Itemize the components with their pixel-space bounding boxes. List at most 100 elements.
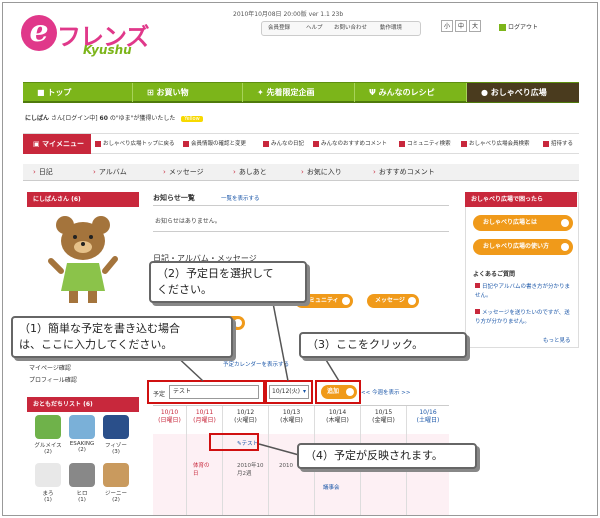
mymenu-link-invite[interactable]: 招待する [543, 139, 573, 147]
notice-list-link[interactable]: 一覧を表示する [221, 194, 260, 202]
notice-empty: お知らせはありません。 [155, 218, 221, 225]
arrow-icon [183, 140, 189, 147]
mymenu-link-community[interactable]: コミュニティ検索 [399, 139, 451, 147]
highlight-event [209, 433, 259, 451]
notice-title: お知らせ一覧 [153, 194, 195, 202]
arrow-icon [95, 140, 101, 147]
utility-links: 会員登録 ヘルプ お問い合わせ 動作環境 [261, 21, 421, 36]
highlight-add [315, 380, 361, 404]
mypage-link[interactable]: マイページ確認 [29, 363, 77, 375]
site-logo[interactable]: e フレンズ Kyushu [21, 15, 161, 59]
nav-chat-plaza[interactable]: ● おしゃべり広場 [467, 83, 579, 102]
mymenu-link-profile[interactable]: 会員情報の確認と変更 [183, 139, 246, 147]
cal-day-sun[interactable]: 10/10 (日曜日) [153, 406, 187, 515]
friend-item[interactable]: ジーニー (2) [99, 463, 133, 503]
nav-shopping[interactable]: ⊞ お買い物 [133, 83, 243, 102]
arrow-icon [313, 140, 319, 147]
user-name: にしぱん [25, 115, 50, 122]
friend-photo [103, 415, 129, 439]
friend-item[interactable]: ヒロ (1) [65, 463, 99, 503]
nav-top[interactable]: ■ トップ [23, 83, 133, 102]
arrow-icon [341, 297, 350, 305]
logout-link[interactable]: ログアウト [499, 22, 538, 31]
highlight-input [147, 380, 265, 404]
callout-3: （3）ここをクリック。 [299, 332, 467, 358]
friend-item[interactable]: ESAKING (2) [65, 415, 99, 453]
utility-environment[interactable]: 動作環境 [380, 23, 402, 34]
arrow-icon [399, 140, 405, 147]
mymenu-link-member-search[interactable]: おしゃべり広場会員検索 [461, 139, 530, 147]
profile-panel-title: にしぱんさん (6) [27, 192, 139, 207]
logo-e-mark: e [21, 15, 57, 51]
font-size-large[interactable]: 大 [469, 20, 481, 32]
friend-photo [35, 415, 61, 439]
highlight-date [265, 380, 313, 404]
font-size-small[interactable]: 小 [441, 20, 453, 32]
more-link[interactable]: もっと見る [543, 336, 571, 344]
mymenu-tab[interactable]: ▣ マイメニュー [23, 134, 91, 154]
friend-photo [69, 415, 95, 439]
mymenu-link-top[interactable]: おしゃべり広場トップに戻る [95, 139, 175, 147]
user-icon: ▣ [33, 140, 40, 148]
cal-day-mon[interactable]: 10/11 (月曜日) 体育の日 [187, 406, 223, 515]
mymenu-link-comments[interactable]: みんなのおすすめコメント [313, 139, 387, 147]
about-plaza-button[interactable]: おしゃべり広場とは [473, 215, 573, 231]
rank-badge: Yellow [181, 116, 203, 122]
calendar-link[interactable]: 予定カレンダーを表示する [223, 360, 289, 368]
home-icon: ■ [37, 88, 45, 97]
arrow-icon [407, 297, 416, 305]
chat-bubble-icon: ● [481, 88, 488, 97]
logo-sub: Kyushu [83, 43, 132, 57]
utility-help[interactable]: ヘルプ [306, 23, 323, 34]
subnav-favorites[interactable]: › お気に入り [301, 164, 342, 181]
friend-item[interactable]: まろ (1) [31, 463, 65, 503]
arrow-icon [263, 140, 269, 147]
friend-item[interactable]: フィゾー (3) [99, 415, 133, 455]
user-status: にしぱん さん[ログイン中] 60 の"ゆま"が獲得いたした Yellow [25, 113, 203, 122]
utility-contact[interactable]: お問い合わせ [334, 23, 367, 34]
runner-icon: ✦ [257, 88, 264, 97]
faq-item[interactable]: 日記やアルバムの書き方が分かりません。 [475, 283, 575, 301]
subnav-footprints[interactable]: › あしあと [233, 164, 267, 181]
arrow-icon [561, 219, 569, 227]
plan-note: 2010年10月2週 [237, 463, 264, 477]
font-size-switcher: 小中大 [441, 20, 483, 32]
callout-4: （4）予定が反映されます。 [297, 443, 477, 469]
howto-plaza-button[interactable]: おしゃべり広場の使い方 [473, 239, 573, 255]
main-nav: ■ トップ ⊞ お買い物 ✦ 先着限定企画 Ψ みんなのレシピ ● おしゃべり広… [23, 82, 579, 103]
plan-note: 2010 [279, 463, 293, 469]
friend-photo [103, 463, 129, 487]
subnav-message[interactable]: › メッセージ [163, 164, 204, 181]
mymenu-bar: ▣ マイメニュー おしゃべり広場トップに戻る 会員情報の確認と変更 みんなの日記… [23, 133, 579, 154]
friend-photo [69, 463, 95, 487]
subnav-recommended[interactable]: › おすすめコメント [373, 164, 435, 181]
message-button[interactable]: メッセージ [367, 294, 419, 308]
subnav-diary[interactable]: › 日記 [33, 164, 53, 181]
nav-limited[interactable]: ✦ 先着限定企画 [243, 83, 355, 102]
screenshot-frame: e フレンズ Kyushu 2010年10月08日 20:00版 ver 1.1… [2, 2, 598, 516]
utility-register[interactable]: 会員登録 [268, 23, 290, 34]
friends-panel-title: おともだちリスト (6) [27, 397, 139, 412]
nav-recipes[interactable]: Ψ みんなのレシピ [355, 83, 467, 102]
divider [153, 205, 449, 206]
mymenu-link-diaries[interactable]: みんなの日記 [263, 139, 304, 147]
week-nav[interactable]: << 今週を表示 >> [361, 388, 410, 396]
version-date: 2010年10月08日 20:00版 ver 1.1 23b [233, 11, 344, 18]
font-size-medium[interactable]: 中 [455, 20, 467, 32]
avatar[interactable] [45, 211, 121, 307]
callout-2: （2）予定日を選択して ください。 [149, 261, 307, 303]
meeting-event[interactable]: 議事会 [323, 484, 340, 492]
callout-1: （1）簡単な予定を書き込む場合 は、ここに入力してください。 [11, 316, 233, 358]
subnav-album[interactable]: › アルバム [93, 164, 127, 181]
faq-item[interactable]: メッセージを送りたいのですが、送り方が分かりません。 [475, 309, 575, 327]
arrow-icon [475, 283, 480, 288]
profile-link[interactable]: プロフィール確認 [29, 375, 77, 387]
help-panel-title: おしゃべり広場で困ったら [465, 192, 577, 207]
friend-item[interactable]: グルメイス (2) [31, 415, 65, 455]
arrow-icon [561, 243, 569, 251]
arrow-icon [234, 319, 242, 327]
faq-title: よくあるご質問 [473, 271, 516, 278]
friend-photo [35, 463, 61, 487]
arrow-icon [543, 140, 549, 147]
cal-day-tue[interactable]: 10/12 (火曜日) ✎テスト 2010年10月2週 [223, 406, 269, 515]
